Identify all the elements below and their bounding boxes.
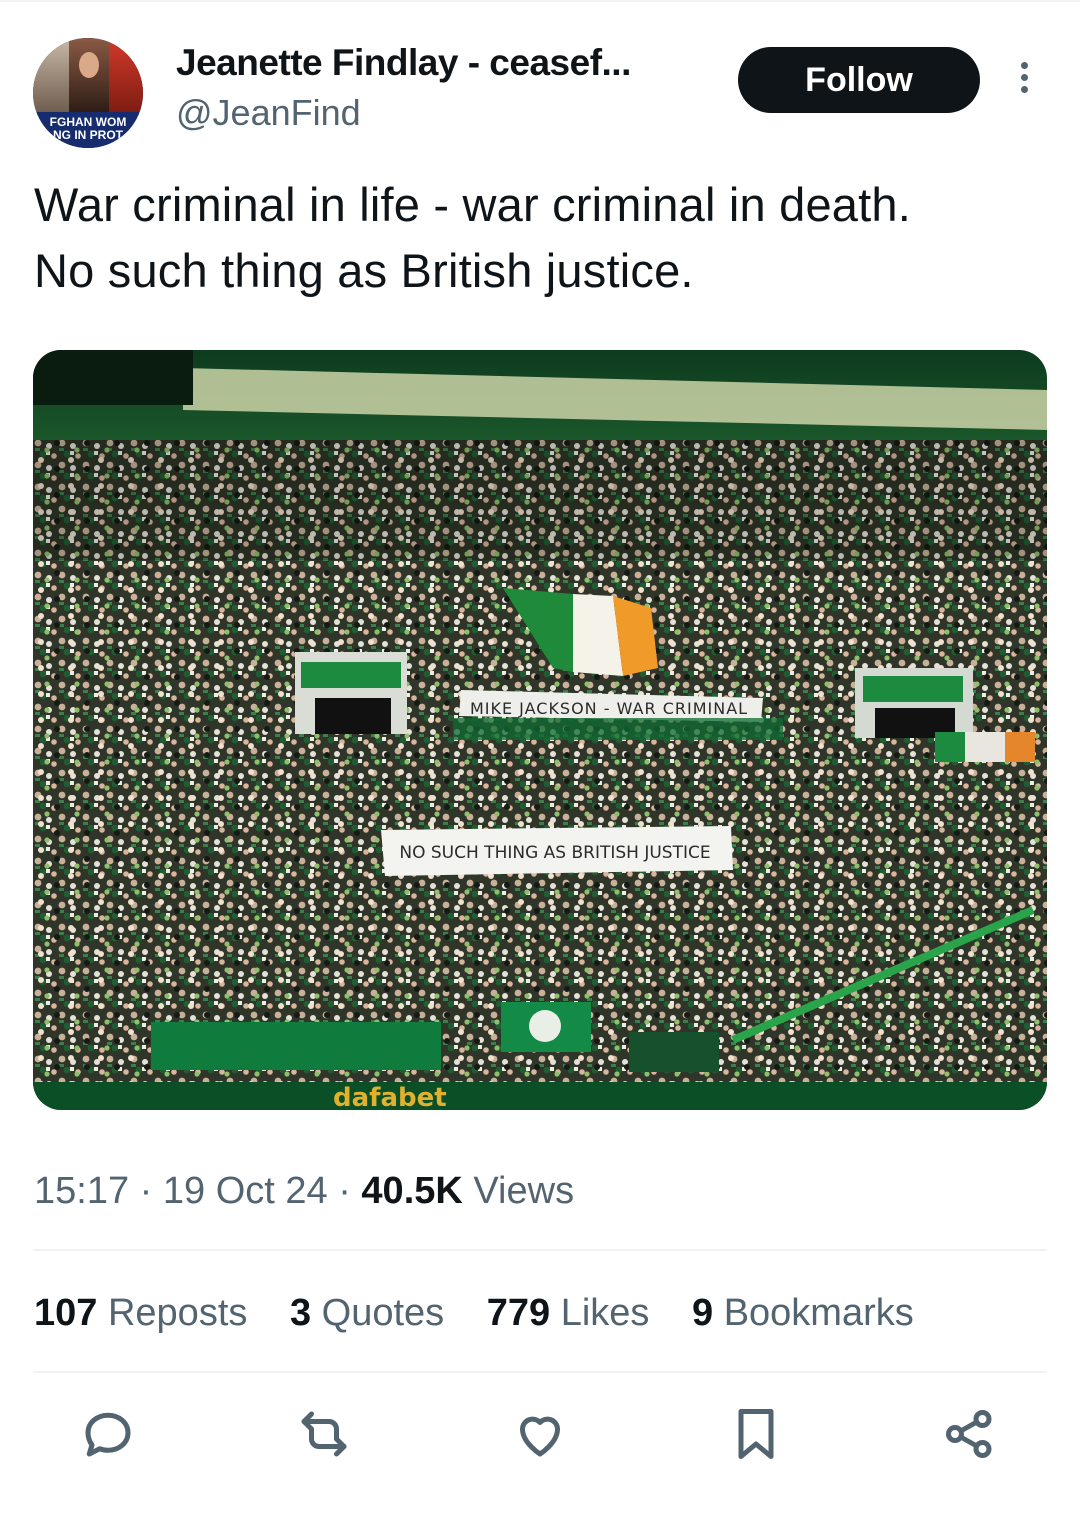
tweet-photo[interactable]: MIKE JACKSON - WAR CRIMINAL NO SUCH THIN… <box>33 350 1047 1110</box>
avatar-banner: FGHAN WOM NG IN PROT <box>33 112 143 148</box>
views-label: Views <box>473 1170 575 1212</box>
crowd-banner-2: NO SUCH THING AS BRITISH JUSTICE <box>381 826 733 876</box>
share-icon[interactable] <box>940 1404 1000 1464</box>
divider <box>33 1371 1047 1373</box>
quotes-stat[interactable]: 3 Quotes <box>290 1292 444 1335</box>
views-count: 40.5K <box>361 1170 463 1212</box>
tweet-time[interactable]: 15:17 <box>34 1170 129 1212</box>
bookmarks-stat[interactable]: 9 Bookmarks <box>692 1292 914 1335</box>
likes-stat[interactable]: 779 Likes <box>487 1292 650 1335</box>
more-dots-icon[interactable] <box>1012 62 1036 100</box>
repost-icon[interactable] <box>294 1404 354 1464</box>
like-icon[interactable] <box>510 1404 570 1464</box>
pitchside-ad: dafabet <box>333 1083 447 1110</box>
follow-button[interactable]: Follow <box>738 47 980 113</box>
divider <box>33 1249 1047 1251</box>
top-divider <box>0 0 1080 2</box>
author-display-name[interactable]: Jeanette Findlay - ceasef... <box>176 42 631 84</box>
avatar[interactable]: FGHAN WOM NG IN PROT <box>33 38 143 148</box>
tunnel-right <box>855 668 973 738</box>
engagement-stats: 107 Reposts 3 Quotes 779 Likes 9 Bookmar… <box>34 1292 946 1335</box>
author-handle[interactable]: @JeanFind <box>176 92 361 134</box>
action-bar <box>0 1404 1080 1474</box>
tweet-text-line: War criminal in life - war criminal in d… <box>34 178 911 231</box>
reply-icon[interactable] <box>78 1404 138 1464</box>
tweet-text-line: No such thing as British justice. <box>34 244 694 297</box>
tunnel-left <box>295 652 407 734</box>
tweet-text: War criminal in life - war criminal in d… <box>34 172 1044 304</box>
tweet-date[interactable]: 19 Oct 24 <box>163 1170 328 1212</box>
tweet-meta: 15:17 · 19 Oct 24 · 40.5K Views <box>34 1170 575 1212</box>
svg-text:MIKE JACKSON - WAR CRIMINAL: MIKE JACKSON - WAR CRIMINAL <box>470 699 748 718</box>
reposts-stat[interactable]: 107 Reposts <box>34 1292 247 1335</box>
svg-text:NO SUCH THING AS BRITISH JUSTI: NO SUCH THING AS BRITISH JUSTICE <box>399 843 710 863</box>
bookmark-icon[interactable] <box>726 1404 786 1464</box>
